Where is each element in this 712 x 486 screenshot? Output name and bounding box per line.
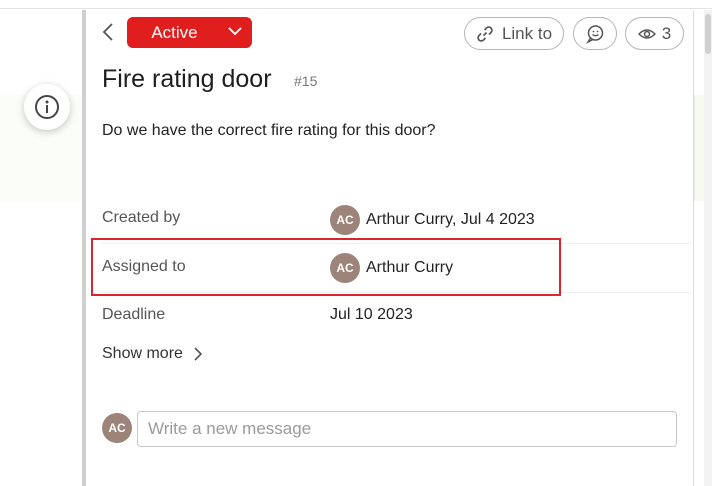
back-chevron-icon bbox=[102, 23, 113, 41]
deadline-label: Deadline bbox=[102, 306, 166, 323]
panel-header: Active Link to 3 bbox=[86, 10, 693, 54]
issue-number: #15 bbox=[294, 73, 318, 89]
deadline-text: Jul 10 2023 bbox=[330, 306, 413, 323]
deadline-value[interactable]: Jul 10 2023 bbox=[330, 306, 413, 324]
link-to-label: Link to bbox=[501, 23, 553, 43]
info-icon bbox=[35, 95, 59, 119]
assigned-to-value[interactable]: AC Arthur Curry bbox=[330, 253, 453, 283]
app-top-border bbox=[0, 0, 712, 9]
avatar: AC bbox=[330, 253, 360, 283]
chevron-right-icon bbox=[194, 347, 203, 361]
status-dropdown[interactable]: Active bbox=[127, 17, 252, 48]
issue-description: Do we have the correct fire rating for t… bbox=[102, 122, 436, 139]
watchers-count: 3 bbox=[661, 23, 672, 43]
avatar: AC bbox=[330, 205, 360, 235]
chevron-down-icon bbox=[228, 27, 242, 36]
assigned-to-label: Assigned to bbox=[102, 258, 186, 275]
link-icon bbox=[477, 25, 493, 42]
row-divider bbox=[102, 243, 692, 244]
status-label: Active bbox=[151, 22, 198, 42]
show-more-button[interactable]: Show more bbox=[102, 345, 203, 363]
eye-icon bbox=[637, 28, 656, 39]
link-to-button[interactable]: Link to bbox=[464, 17, 564, 50]
show-more-label: Show more bbox=[102, 345, 183, 362]
created-by-value: AC Arthur Curry, Jul 4 2023 bbox=[330, 205, 535, 235]
page-scrollbar-thumb[interactable] bbox=[705, 14, 711, 54]
watchers-button[interactable]: 3 bbox=[625, 17, 684, 50]
row-divider bbox=[102, 292, 692, 293]
assigned-to-text: Arthur Curry bbox=[366, 259, 454, 276]
page-scrollbar-track[interactable] bbox=[704, 10, 712, 486]
back-button[interactable] bbox=[98, 20, 118, 44]
created-by-label: Created by bbox=[102, 209, 181, 226]
issue-detail-panel: Active Link to 3 Fire rating door #15 Do… bbox=[82, 10, 694, 486]
created-by-text: Arthur Curry, Jul 4 2023 bbox=[366, 211, 535, 228]
issue-title: Fire rating door bbox=[102, 65, 272, 93]
message-input[interactable] bbox=[137, 411, 677, 447]
comment-icon bbox=[585, 24, 604, 44]
comments-button[interactable] bbox=[573, 17, 617, 50]
composer-avatar: AC bbox=[102, 413, 132, 443]
info-button[interactable] bbox=[24, 84, 70, 130]
